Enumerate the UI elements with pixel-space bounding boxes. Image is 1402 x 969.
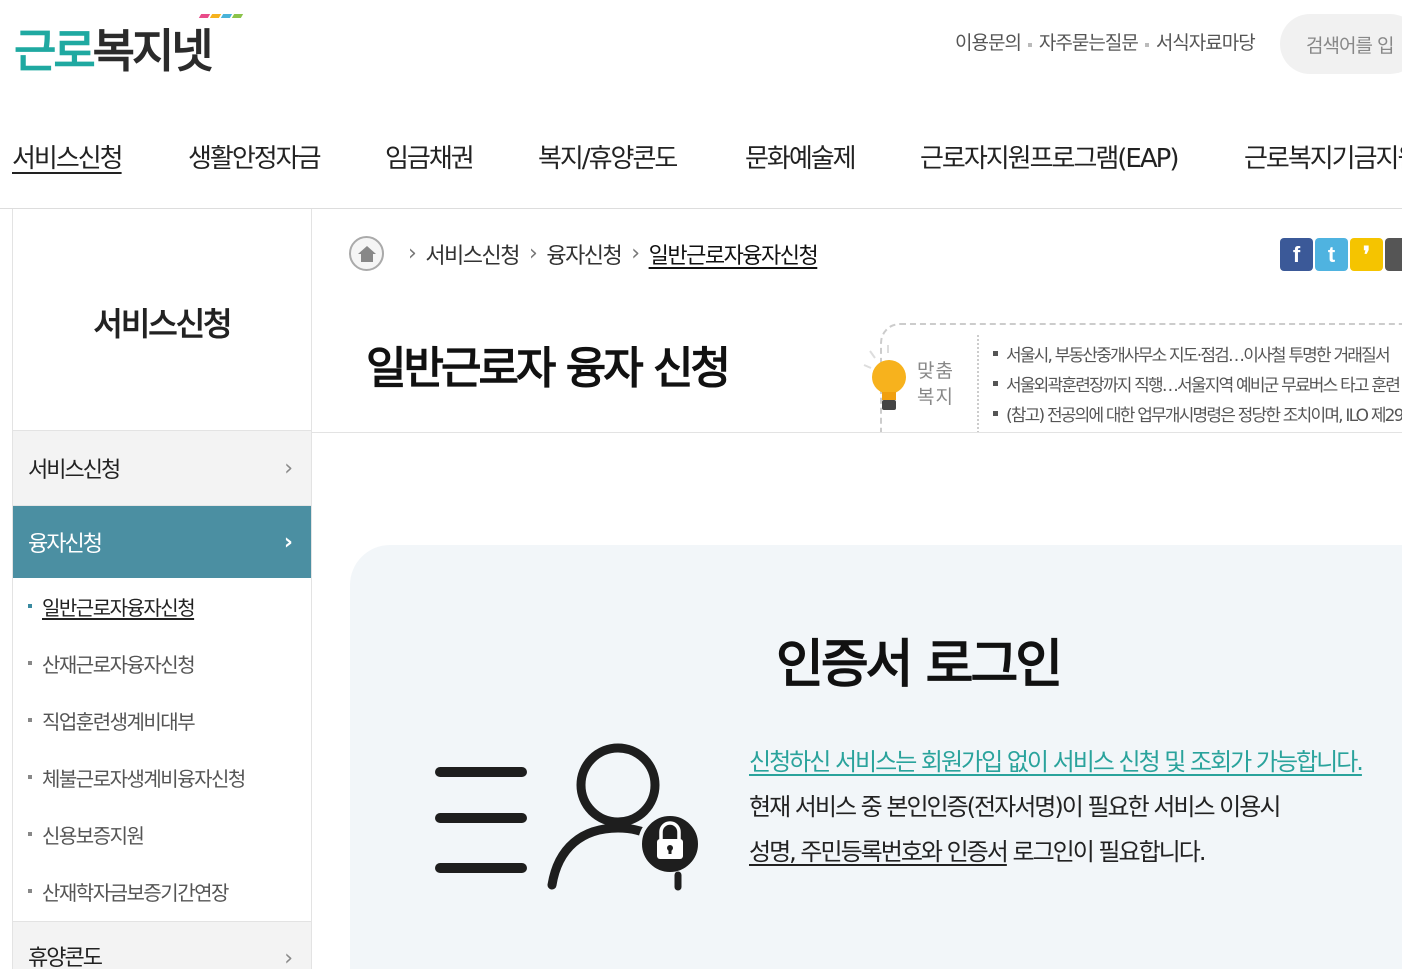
sidebar-item-label: 휴양콘도 xyxy=(28,946,103,969)
submenu-label: 일반근로자융자신청 xyxy=(42,596,196,620)
cert-message-line3: 성명, 주민등록번호와 인증서 로그인이 필요합니다. xyxy=(749,830,1362,875)
welfare-divider xyxy=(977,335,979,433)
welfare-label-top: 맞춤 xyxy=(917,360,954,382)
home-icon[interactable] xyxy=(349,236,384,271)
custom-welfare-label: 맞춤 복지 xyxy=(917,358,954,410)
blog-icon[interactable] xyxy=(1385,238,1402,271)
main-nav: 서비스신청 생활안정자금 임금채권 복지/휴양콘도 문화예술제 근로자지원프로그… xyxy=(0,138,1402,178)
logo-part1: 근로 xyxy=(14,24,96,78)
content-divider xyxy=(312,432,1402,433)
submenu-item-general-loan[interactable]: 일반근로자융자신청 xyxy=(13,592,311,649)
submenu-label: 산재근로자융자신청 xyxy=(42,653,196,677)
breadcrumb-item[interactable]: 서비스신청 xyxy=(425,238,520,270)
chevron-right-icon: › xyxy=(283,529,293,555)
bullet-icon xyxy=(28,718,32,722)
bullet-icon xyxy=(28,832,32,836)
util-link-faq[interactable]: 자주묻는질문 xyxy=(1039,28,1139,55)
logo-stripes xyxy=(198,14,244,18)
cert-message-line2: 현재 서비스 중 본인인증(전자서명)이 필요한 서비스 이용시 xyxy=(749,793,1281,821)
sidebar: 서비스신청 서비스신청 › 융자신청 › 일반근로자융자신청 산재근로자융자신청… xyxy=(12,209,312,969)
lightbulb-icon xyxy=(863,345,906,410)
sidebar-item-condo[interactable]: 휴양콘도 › xyxy=(13,921,311,969)
sidebar-title: 서비스신청 xyxy=(13,209,311,431)
bullet-icon xyxy=(993,380,998,386)
cert-login-message: 신청하신 서비스는 회원가입 없이 서비스 신청 및 조회가 가능합니다. 현재… xyxy=(749,740,1364,875)
submenu-label: 직업훈련생계비대부 xyxy=(42,710,196,734)
search-input[interactable]: 검색어를 입 xyxy=(1280,14,1402,74)
bullet-icon xyxy=(28,775,32,779)
sns-share: f t ❜ xyxy=(1280,238,1402,271)
bullet-icon xyxy=(993,350,998,356)
util-link-inquiry[interactable]: 이용문의 xyxy=(955,28,1022,55)
cert-login-title: 인증서 로그인 xyxy=(776,635,1063,695)
news-item[interactable]: 서울외곽훈련장까지 직행…서울지역 예비군 무료버스 타고 훈련 xyxy=(993,368,1402,398)
cert-message-rest: 로그인이 필요합니다. xyxy=(1006,838,1206,866)
sidebar-submenu: 일반근로자융자신청 산재근로자융자신청 직업훈련생계비대부 체불근로자생계비융자… xyxy=(13,578,311,936)
news-text: (참고) 전공의에 대한 업무개시명령은 정당한 조치이며, ILO 제29 xyxy=(1006,405,1402,426)
submenu-item-training-loan[interactable]: 직업훈련생계비대부 xyxy=(13,706,311,763)
news-item[interactable]: 서울시, 부동산중개사무소 지도·점검…이사철 투명한 거래질서 xyxy=(993,338,1402,368)
submenu-label: 신용보증지원 xyxy=(42,824,145,848)
chevron-right-icon: › xyxy=(408,241,417,266)
page-title: 일반근로자 융자 신청 xyxy=(366,343,731,394)
sidebar-item-service[interactable]: 서비스신청 › xyxy=(13,431,311,506)
news-text: 서울외곽훈련장까지 직행…서울지역 예비군 무료버스 타고 훈련 xyxy=(1006,375,1401,396)
facebook-icon[interactable]: f xyxy=(1280,238,1313,271)
chevron-right-icon: › xyxy=(529,241,538,266)
news-text: 서울시, 부동산중개사무소 지도·점검…이사철 투명한 거래질서 xyxy=(1006,345,1391,366)
news-item[interactable]: (참고) 전공의에 대한 업무개시명령은 정당한 조치이며, ILO 제29 xyxy=(993,398,1402,428)
bullet-icon xyxy=(28,889,32,893)
gnb-wage-claim[interactable]: 임금채권 xyxy=(385,138,475,175)
gnb-welfare-fund[interactable]: 근로복지기금지원 xyxy=(1244,138,1402,175)
breadcrumb: › 서비스신청 › 융자신청 › 일반근로자융자신청 xyxy=(349,236,819,271)
cert-message-underline: 성명, 주민등록번호와 인증서 xyxy=(749,838,1009,866)
sidebar-item-label: 융자신청 xyxy=(28,532,103,557)
chevron-right-icon: › xyxy=(631,241,640,266)
bullet-icon xyxy=(993,410,998,416)
bullet-icon xyxy=(28,604,32,608)
breadcrumb-current[interactable]: 일반근로자융자신청 xyxy=(649,238,819,270)
site-logo[interactable]: 근로복지넷 xyxy=(14,14,244,74)
sidebar-item-label: 서비스신청 xyxy=(28,458,121,483)
twitter-icon[interactable]: t xyxy=(1315,238,1348,271)
utility-links: 이용문의 자주묻는질문 서식자료마당 xyxy=(955,28,1256,55)
chevron-right-icon: › xyxy=(284,455,293,481)
submenu-item-industrial-loan[interactable]: 산재근로자융자신청 xyxy=(13,649,311,706)
breadcrumb-item[interactable]: 융자신청 xyxy=(546,238,622,270)
sidebar-item-loan[interactable]: 융자신청 › xyxy=(13,506,311,578)
submenu-item-credit-guarantee[interactable]: 신용보증지원 xyxy=(13,820,311,877)
submenu-label: 체불근로자생계비융자신청 xyxy=(42,767,246,791)
submenu-label: 산재학자금보증기간연장 xyxy=(42,881,229,905)
logo-part2: 복지넷 xyxy=(92,24,214,78)
gnb-service[interactable]: 서비스신청 xyxy=(12,138,124,175)
gnb-welfare-condo[interactable]: 복지/휴양콘도 xyxy=(538,138,678,175)
welfare-label-bottom: 복지 xyxy=(917,386,954,408)
cert-message-line1: 신청하신 서비스는 회원가입 없이 서비스 신청 및 조회가 가능합니다. xyxy=(749,748,1364,776)
gnb-culture[interactable]: 문화예술제 xyxy=(745,138,857,175)
gnb-eap[interactable]: 근로자지원프로그램(EAP) xyxy=(920,138,1179,175)
util-link-forms[interactable]: 서식자료마당 xyxy=(1156,28,1256,55)
gnb-living-fund[interactable]: 생활안정자금 xyxy=(188,138,322,175)
kakaostory-icon[interactable]: ❜ xyxy=(1350,238,1383,271)
chevron-right-icon: › xyxy=(284,946,293,969)
submenu-item-unpaid-loan[interactable]: 체불근로자생계비융자신청 xyxy=(13,763,311,820)
user-lock-icon xyxy=(435,743,702,891)
welfare-news-list: 서울시, 부동산중개사무소 지도·점검…이사철 투명한 거래질서 서울외곽훈련장… xyxy=(993,338,1402,428)
util-separator xyxy=(1027,42,1032,47)
util-separator xyxy=(1144,42,1149,47)
bullet-icon xyxy=(28,661,32,665)
